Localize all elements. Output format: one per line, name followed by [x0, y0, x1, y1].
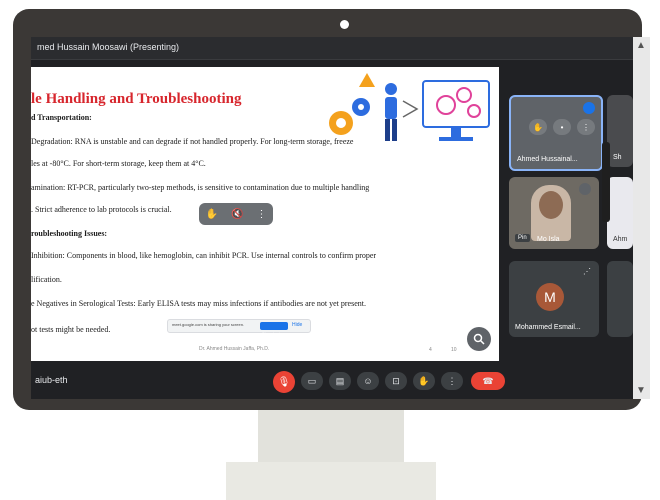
participant-tile-avatar[interactable]: M ⋰ Mohammed Esmail... — [509, 261, 599, 337]
hand-icon: ✋ — [418, 375, 430, 386]
presenter-label: med Hussain Moosawi (Presenting) — [37, 42, 180, 52]
hang-up-icon: ☎ — [482, 375, 494, 386]
monitor-gears-icon — [422, 80, 490, 141]
slide-footer: Dr. Ahmed Hussain Jaffa, Ph.D. — [199, 346, 270, 352]
avatar: M — [536, 283, 564, 311]
scroll-up-arrow-icon[interactable]: ▲ — [636, 40, 646, 51]
search-icon — [473, 333, 485, 345]
slide-text-line: Degradation: RNA is unstable and can deg… — [31, 137, 354, 146]
tile-controls: ✋ • ⋮ — [529, 119, 595, 135]
webcam-dot — [340, 20, 349, 29]
slide-page-right: 10 — [451, 347, 457, 353]
slide-text-line: les at -80°C. For short-term storage, ke… — [31, 159, 206, 168]
more-icon: ⋮ — [447, 375, 457, 386]
pin-icon[interactable]: ✋ — [206, 209, 218, 220]
screen-share-notice: meet.google.com is sharing your screen. … — [167, 319, 311, 336]
emoji-button[interactable]: ☺ — [357, 372, 379, 390]
more-icon[interactable]: ⋮ — [256, 209, 266, 220]
mute-icon[interactable]: • — [553, 119, 571, 135]
captions-icon: ▤ — [335, 375, 345, 386]
slide-text-line: lification. — [31, 275, 62, 284]
slide-title: le Handling and Troubleshooting — [31, 91, 242, 107]
participant-tile-active[interactable]: ✋ • ⋮ Ahmed Hussainal... — [509, 95, 603, 171]
present-button[interactable]: ⊡ — [385, 372, 407, 390]
hide-button[interactable]: Hide — [292, 322, 302, 328]
slide-text-line: e Negatives in Serological Tests: Early … — [31, 299, 366, 308]
slide-text-line: ot tests might be needed. — [31, 325, 111, 334]
warning-icon — [359, 73, 375, 87]
emoji-icon: ☺ — [363, 376, 373, 386]
pin-icon[interactable]: ✋ — [529, 119, 547, 135]
participant-name: Ahm — [613, 236, 628, 243]
participant-tile-partial[interactable]: Sh — [607, 95, 633, 167]
leave-call-button[interactable]: ☎ — [471, 372, 505, 390]
scrollbar[interactable]: ▲ ▼ — [633, 37, 650, 399]
mic-off-button[interactable]: 🎙 — [273, 371, 295, 393]
zoom-button[interactable] — [467, 327, 491, 351]
participant-tile-partial[interactable] — [607, 261, 633, 337]
arrow-icon — [402, 100, 419, 118]
slide-page-left: 4 — [429, 347, 432, 353]
participant-name: Mo Isla — [537, 236, 560, 243]
meeting-controls-bar: aiub-eth 🎙 ▭ ▤ ☺ ⊡ ✋ ⋮ ☎ — [31, 361, 633, 399]
present-icon: ⊡ — [392, 375, 400, 386]
floating-controls-popup[interactable]: ✋ 🔇 ⋮ — [199, 203, 273, 225]
participant-name: Sh — [613, 154, 622, 161]
participant-tile-partial[interactable]: Ahm — [607, 177, 633, 249]
mute-icon[interactable]: 🔇 — [231, 209, 243, 220]
slide-text-line: Inhibition: Components in blood, like he… — [31, 251, 377, 260]
person-icon — [385, 83, 397, 141]
stop-sharing-label: Stop sharing — [262, 331, 285, 336]
camera-options-button[interactable]: ▭ — [301, 372, 323, 390]
participant-name: Ahmed Hussainal... — [517, 156, 578, 163]
slide-text-line: roubleshooting Issues: — [31, 229, 108, 238]
more-options-button[interactable]: ⋮ — [441, 372, 463, 390]
participant-face — [539, 191, 563, 219]
monitor-stand-base — [226, 462, 436, 500]
gear-icon — [329, 98, 370, 135]
captions-button[interactable]: ▤ — [329, 372, 351, 390]
shared-slide: le Handling and Troubleshooting ✋ 🔇 ⋮ me… — [31, 67, 499, 361]
slide-text-line: . Strict adherence to lab protocols is c… — [31, 205, 172, 214]
pin-badge: Pin — [515, 234, 530, 242]
mute-indicator-icon — [579, 183, 591, 195]
camera-icon: ▭ — [307, 375, 317, 386]
share-notice-text: meet.google.com is sharing your screen. — [172, 322, 245, 327]
mute-indicator-icon: ⋰ — [583, 267, 591, 276]
participant-tile-video[interactable]: Pin Mo Isla — [509, 177, 599, 249]
speaking-indicator-icon — [583, 102, 595, 114]
monitor-bezel: med Hussain Moosawi (Presenting) le Hand… — [13, 9, 650, 410]
raise-hand-button[interactable]: ✋ — [413, 372, 435, 390]
meeting-code: aiub-eth — [35, 375, 68, 385]
meet-screen: med Hussain Moosawi (Presenting) le Hand… — [31, 37, 650, 399]
slide-text-line: d Transportation: — [31, 113, 92, 122]
presenting-bar: med Hussain Moosawi (Presenting) — [31, 37, 633, 60]
mic-off-icon: 🎙 — [277, 376, 291, 388]
scroll-down-arrow-icon[interactable]: ▼ — [636, 385, 646, 396]
stop-sharing-button[interactable]: Stop sharing — [260, 322, 288, 336]
slide-text-line: amination: RT-PCR, particularly two-step… — [31, 183, 370, 192]
scrollbar-thumb[interactable] — [602, 142, 610, 222]
participant-name: Mohammed Esmail... — [515, 324, 581, 331]
more-icon[interactable]: ⋮ — [577, 119, 595, 135]
